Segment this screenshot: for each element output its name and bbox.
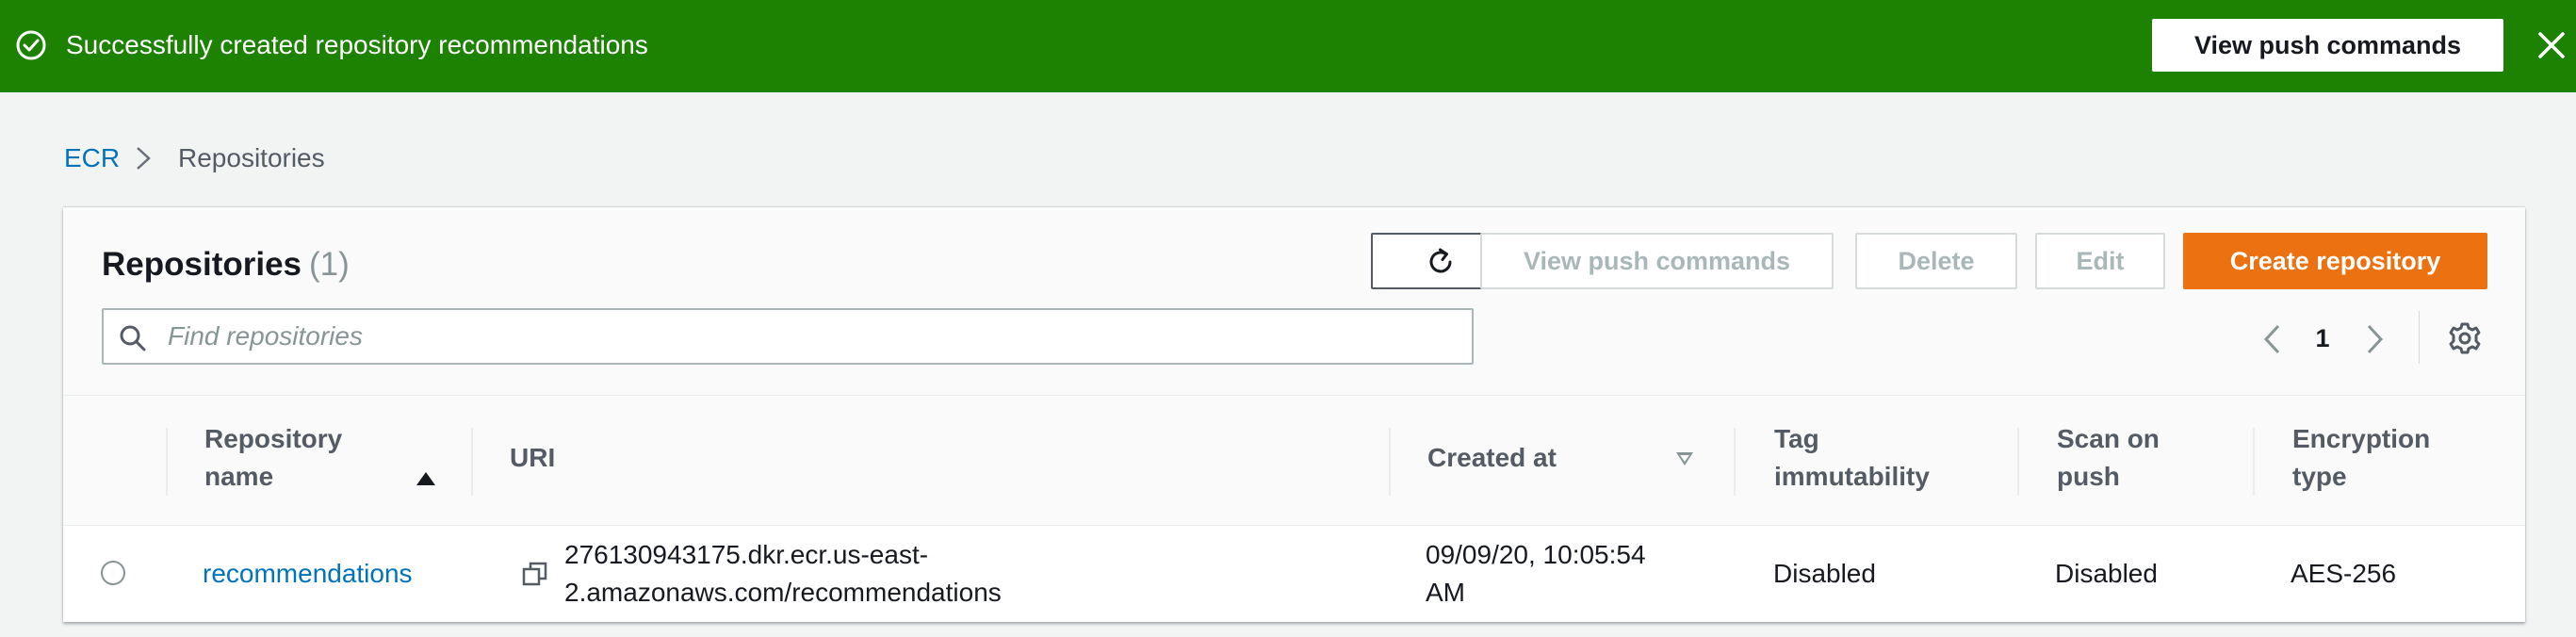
refresh-icon (1429, 248, 1452, 273)
column-divider (1734, 428, 1736, 496)
delete-button[interactable]: Delete (1855, 233, 2017, 289)
page-title: Repositories (1) (102, 244, 350, 286)
column-header-uri[interactable]: URI (510, 396, 981, 526)
pagination-divider (2419, 311, 2420, 364)
column-divider (2017, 428, 2019, 496)
copy-icon[interactable] (521, 560, 549, 588)
breadcrumb-ecr-link[interactable]: ECR (64, 141, 120, 175)
flash-message: Successfully created repository recommen… (66, 30, 648, 59)
view-push-commands-button[interactable]: View push commands (1480, 233, 1834, 289)
sort-descending-icon (1676, 452, 1693, 466)
sort-ascending-icon (416, 472, 435, 485)
table-header-row: Repository name URI Created at Tag immut… (63, 396, 2525, 526)
table-row: recommendations 276130943175.dkr.ecr.us-… (63, 526, 2525, 622)
repository-uri-line1: 276130943175.dkr.ecr.us-east- (564, 540, 929, 569)
column-header-tag-immutability[interactable]: Tag immutability (1774, 396, 2019, 526)
repositories-table-container: Repositories (1) View push commands Delet… (63, 207, 2525, 622)
column-divider (471, 428, 473, 496)
row-select-radio[interactable] (101, 561, 125, 585)
column-divider (2253, 428, 2255, 496)
edit-button[interactable]: Edit (2035, 233, 2165, 289)
pagination-previous-icon[interactable] (2258, 322, 2287, 356)
chevron-right-icon (137, 147, 151, 170)
success-check-circle-icon (16, 30, 46, 60)
table-header-bar: Repositories (1) View push commands Delet… (63, 207, 2525, 396)
pagination-page-number[interactable]: 1 (2308, 320, 2337, 356)
repository-name-link[interactable]: recommendations (203, 555, 413, 593)
encryption-type-value: AES-256 (2291, 559, 2397, 588)
scan-on-push-value: Disabled (2055, 559, 2158, 588)
column-header-scan-on-push[interactable]: Scan on push (2057, 396, 2245, 526)
tag-immutability-value: Disabled (1773, 559, 1876, 588)
column-header-encryption-type[interactable]: Encryption type (2292, 396, 2500, 526)
breadcrumb-current: Repositories (178, 143, 325, 172)
search-input[interactable] (168, 318, 1449, 355)
repository-uri-line2: 2.amazonaws.com/recommendations (564, 578, 1002, 607)
table-title: Repositories (102, 246, 302, 283)
search-field[interactable] (102, 308, 1474, 365)
search-icon (120, 325, 146, 351)
flash-view-push-commands-button[interactable]: View push commands (2152, 19, 2503, 72)
gear-icon[interactable] (2447, 320, 2483, 356)
repository-count: (1) (309, 246, 350, 283)
pagination-next-icon[interactable] (2360, 322, 2389, 356)
success-flash-banner: Successfully created repository recommen… (0, 0, 2576, 92)
create-repository-button[interactable]: Create repository (2183, 233, 2487, 289)
column-header-created-at[interactable]: Created at (1427, 396, 1720, 526)
close-icon[interactable] (2535, 28, 2568, 62)
column-divider (166, 428, 168, 496)
column-header-repository-name[interactable]: Repository name (204, 396, 459, 526)
created-at-line2: AM (1426, 578, 1465, 607)
created-at-line1: 09/09/20, 10:05:54 (1426, 540, 1646, 569)
column-divider (1389, 428, 1391, 496)
